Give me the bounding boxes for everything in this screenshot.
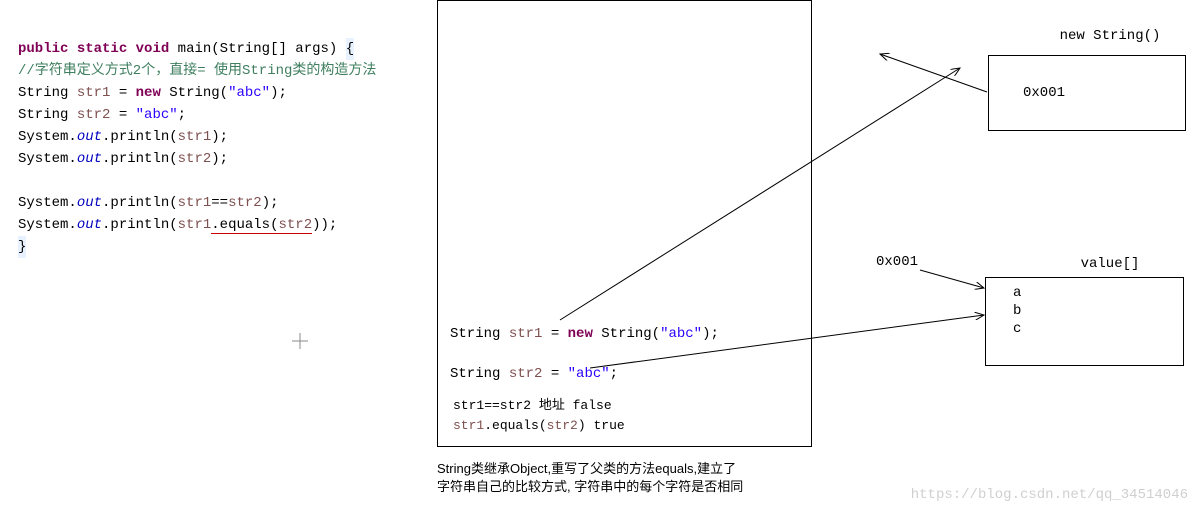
var: str1 — [77, 85, 111, 101]
code-line: System.out.println(str1); — [18, 126, 433, 148]
brace-open: { — [346, 38, 354, 60]
newstring-label: new String() — [1010, 28, 1194, 44]
code-line: System.out.println(str1.equals(str2)); — [18, 214, 433, 236]
diagram-code-line-1: String str1 = new String("abc"); — [450, 323, 719, 345]
heap-box-newstring: 0x001 — [988, 55, 1186, 131]
diagram-code-line-2: String str2 = "abc"; — [450, 363, 618, 385]
keyword-void: void — [136, 41, 170, 57]
code-line: System.out.println(str2); — [18, 148, 433, 170]
watermark: https://blog.csdn.net/qq_34514046 — [911, 487, 1188, 503]
type: String — [18, 85, 77, 101]
code-line: String str1 = new String("abc"); — [18, 82, 433, 104]
code-line: System.out.println(str1==str2); — [18, 192, 433, 214]
comment-line: //字符串定义方式2个，直接= 使用String类的构造方法 — [18, 60, 433, 82]
code-line: String str2 = "abc"; — [18, 104, 433, 126]
diagram-result-text: str1==str2 地址 false str1.equals(str2) tr… — [453, 396, 625, 436]
cursor-crosshair — [292, 333, 308, 355]
brace-close: } — [18, 236, 26, 258]
heap-box-value: a b c — [985, 277, 1184, 366]
addr-label: 0x001 — [876, 254, 918, 270]
keyword-static: static — [77, 41, 127, 57]
keyword-new: new — [136, 85, 161, 101]
code-line: } — [18, 236, 433, 258]
heap-addr-value: 0x001 — [1023, 85, 1065, 101]
diagram-panel: String str1 = new String("abc"); String … — [437, 0, 812, 447]
code-block: public static void main(String[] args) {… — [18, 38, 433, 258]
keyword-public: public — [18, 41, 68, 57]
explanation-note: String类继承Object,重写了父类的方法equals,建立了 字符串自己… — [437, 460, 743, 496]
method-sig: main(String[] args) — [178, 41, 346, 57]
code-line: public static void main(String[] args) { — [18, 38, 433, 60]
blank-line — [18, 170, 433, 192]
value-array-content: a b c — [1013, 284, 1021, 338]
string-literal: "abc" — [228, 85, 270, 101]
value-array-label: value[] — [1010, 256, 1194, 272]
